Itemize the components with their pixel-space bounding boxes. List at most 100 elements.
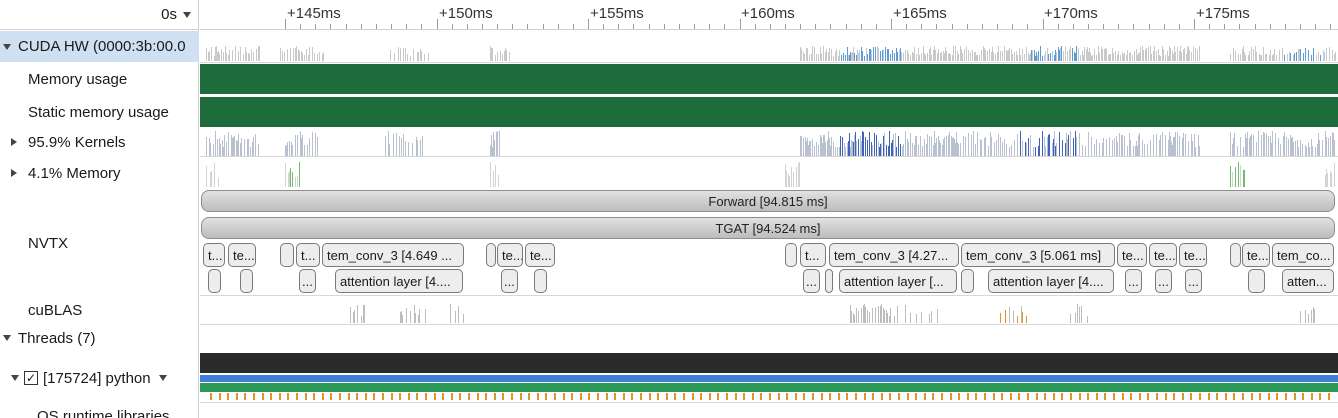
activity-mark [214, 163, 215, 187]
activity-mark [463, 314, 464, 323]
os-runtime-mark [1276, 393, 1278, 400]
activity-mark [389, 144, 390, 156]
activity-mark [987, 51, 988, 61]
kernels-track[interactable] [200, 128, 1338, 157]
tree-row-nvtx[interactable]: NVTX [0, 229, 199, 257]
nvtx-range-tem-conv[interactable]: tem_co... [1272, 243, 1334, 267]
cuda-hw-activity-track[interactable] [200, 32, 1338, 62]
memory-track[interactable] [200, 158, 1338, 188]
ruler-tick [875, 24, 877, 29]
collapse-triangle-icon[interactable] [3, 43, 11, 50]
activity-mark [867, 54, 868, 61]
nvtx-range[interactable] [208, 269, 221, 293]
thread-checkbox[interactable]: ✓ [24, 371, 38, 385]
nvtx-range[interactable] [1248, 269, 1265, 293]
nvtx-range-attention-layer[interactable]: attention layer [4.... [988, 269, 1114, 293]
tree-row-os-runtime[interactable]: OS runtime libraries [0, 402, 199, 418]
nvtx-range-tem-conv[interactable]: tem_conv_3 [5.061 ms] [961, 243, 1115, 267]
os-runtime-mark [1010, 393, 1012, 400]
tree-row-memory-usage[interactable]: Memory usage [0, 64, 199, 95]
nvtx-range[interactable] [486, 243, 496, 267]
activity-mark [979, 55, 980, 61]
nvtx-range[interactable]: te... [228, 243, 256, 267]
nvtx-range[interactable]: te... [497, 243, 523, 267]
nvtx-range-tem-conv[interactable]: tem_conv_3 [4.27... [829, 243, 959, 267]
activity-mark [1077, 304, 1078, 323]
static-memory-usage-track[interactable] [200, 97, 1338, 127]
expand-triangle-icon[interactable] [11, 138, 17, 146]
nvtx-range-tgat[interactable]: TGAT [94.524 ms] [201, 217, 1335, 239]
os-runtime-mark [330, 393, 332, 400]
activity-mark [350, 307, 351, 323]
nvtx-range-tem-conv[interactable]: tem_conv_3 [4.649 ... [322, 243, 464, 267]
thread-cpu-track[interactable] [200, 375, 1338, 382]
activity-mark [248, 139, 249, 156]
thread-state-track[interactable] [200, 383, 1338, 392]
nvtx-range[interactable] [280, 243, 294, 267]
tree-row-threads[interactable]: Threads (7) [0, 324, 199, 352]
nvtx-range[interactable]: t... [203, 243, 225, 267]
activity-mark [506, 50, 507, 61]
expand-triangle-icon[interactable] [11, 169, 17, 177]
os-runtime-mark [1182, 393, 1184, 400]
collapse-triangle-icon[interactable] [3, 335, 11, 341]
nvtx-range[interactable] [825, 269, 833, 293]
activity-mark [241, 138, 242, 156]
chevron-down-icon[interactable] [158, 375, 167, 381]
ruler-tick [906, 24, 908, 29]
tree-row-memory[interactable]: 4.1% Memory [0, 159, 199, 187]
time-origin-selector[interactable]: 0s [0, 0, 199, 30]
tree-row-cuda-hw[interactable]: CUDA HW (0000:3b:00.0 [0, 31, 199, 62]
ruler-tick [724, 24, 726, 29]
activity-mark [253, 52, 254, 61]
nvtx-range[interactable]: te... [1149, 243, 1177, 267]
activity-mark [1326, 137, 1327, 156]
nvtx-range[interactable]: te... [525, 243, 555, 267]
activity-mark [881, 143, 882, 156]
os-runtime-mark [1259, 393, 1261, 400]
tree-row-kernels[interactable]: 95.9% Kernels [0, 128, 199, 156]
chevron-down-icon[interactable] [183, 11, 191, 18]
nvtx-range[interactable]: ... [803, 269, 820, 293]
nvtx-range[interactable] [785, 243, 797, 267]
nvtx-range[interactable] [534, 269, 547, 293]
os-runtime-track[interactable] [200, 392, 1338, 402]
nvtx-range-attention-layer[interactable]: atten... [1282, 269, 1334, 293]
activity-mark [981, 140, 982, 156]
nvtx-range[interactable]: ... [1125, 269, 1142, 293]
activity-mark [1192, 141, 1193, 156]
activity-mark [1122, 135, 1123, 156]
nvtx-range[interactable]: ... [299, 269, 316, 293]
tree-row-static-memory-usage[interactable]: Static memory usage [0, 97, 199, 128]
nvtx-range[interactable]: te... [1179, 243, 1207, 267]
nvtx-range-attention-layer[interactable]: attention layer [4.... [335, 269, 463, 293]
activity-mark [1014, 140, 1015, 156]
nvtx-range[interactable] [1230, 243, 1241, 267]
activity-mark [206, 48, 207, 61]
tree-row-python-thread[interactable]: ✓ [175724] python [0, 364, 199, 392]
nvtx-range-attention-layer[interactable]: attention layer [... [839, 269, 957, 293]
nvtx-range[interactable]: ... [1185, 269, 1202, 293]
nvtx-range[interactable] [961, 269, 974, 293]
collapse-triangle-icon[interactable] [11, 375, 19, 381]
time-ruler[interactable]: +145ms +150ms +155ms +160ms +165ms +170m… [200, 0, 1338, 30]
nvtx-range[interactable]: te... [1242, 243, 1270, 267]
nvtx-range[interactable]: t... [296, 243, 320, 267]
timeline-area[interactable]: Forward [94.815 ms] TGAT [94.524 ms] t..… [200, 30, 1338, 418]
nvtx-range[interactable]: te... [1117, 243, 1147, 267]
ruler-tick [1209, 24, 1211, 29]
activity-mark [921, 312, 922, 323]
activity-mark [1305, 48, 1306, 61]
activity-mark [890, 308, 891, 323]
nvtx-range[interactable]: t... [800, 243, 826, 267]
memory-usage-track[interactable] [200, 64, 1338, 94]
activity-mark [793, 172, 794, 187]
nvtx-range[interactable]: ... [1155, 269, 1172, 293]
cublas-track[interactable] [200, 296, 1338, 324]
nvtx-range-forward[interactable]: Forward [94.815 ms] [201, 190, 1335, 212]
thread-activity-track[interactable] [200, 353, 1338, 373]
os-runtime-mark [451, 393, 453, 400]
nvtx-range[interactable] [240, 269, 253, 293]
nvtx-range[interactable]: ... [501, 269, 518, 293]
tree-row-cublas[interactable]: cuBLAS [0, 296, 199, 324]
